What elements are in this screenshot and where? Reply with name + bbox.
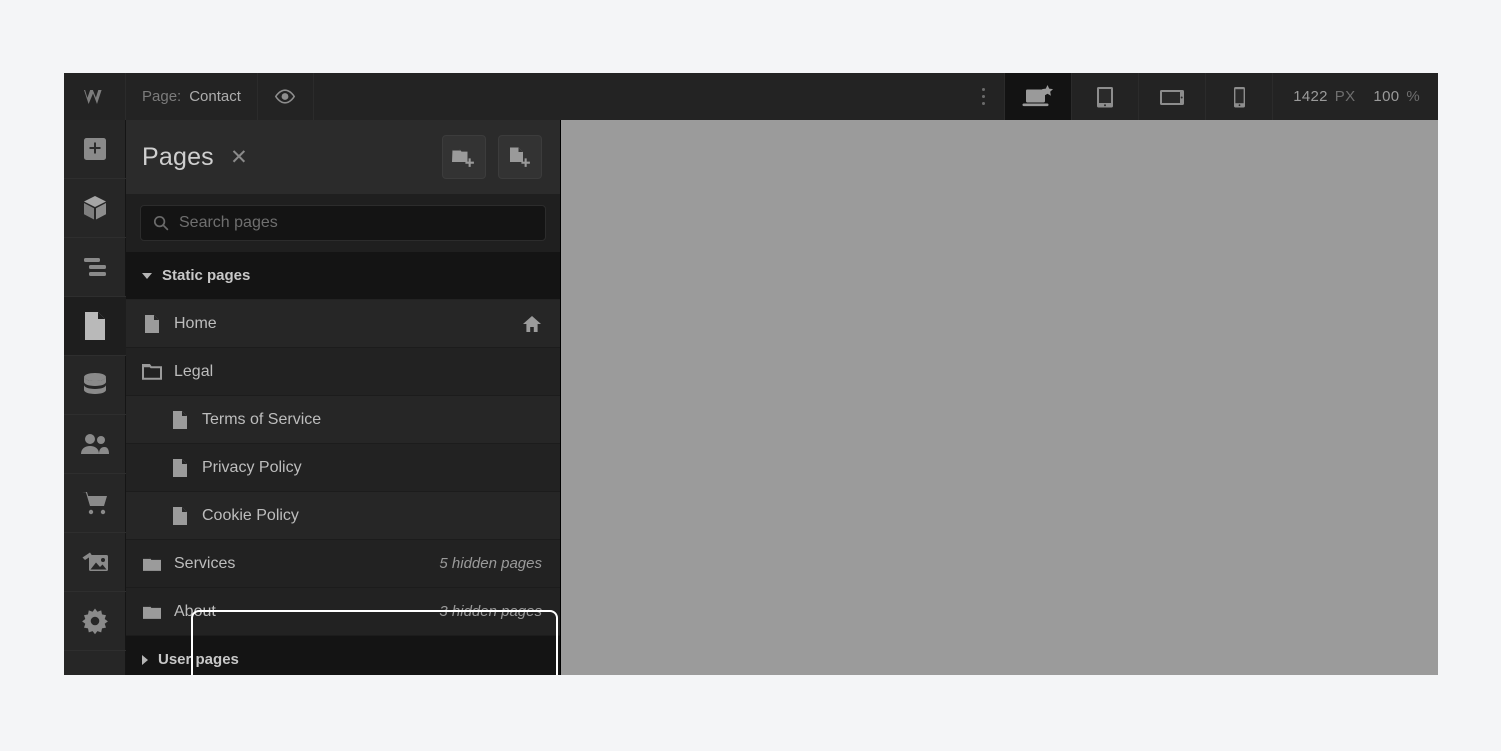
chevron-down-icon [142,272,152,279]
canvas-width-unit: PX [1334,88,1356,105]
rail-item-users[interactable] [64,415,126,474]
tablet-portrait-icon [1097,86,1114,107]
new-page-icon [510,147,530,167]
rail-item-navigator[interactable] [64,238,126,297]
pages-panel-header: Pages ✕ [126,120,560,194]
rail-item-pages[interactable] [64,297,126,356]
page-name: Privacy Policy [202,458,302,476]
topbar-spacer [313,73,963,120]
rail-item-assets[interactable] [64,533,126,592]
page-title: Pages [142,142,214,171]
webflow-logo-icon[interactable] [64,73,126,120]
canvas-size-and-zoom[interactable]: 1422 PX 100 % [1272,73,1438,120]
canvas-width-value: 1422 [1293,88,1328,105]
home-icon [522,315,542,333]
page-name: Terms of Service [202,410,322,428]
mobile-breakpoint[interactable] [1205,73,1273,120]
zoom-value: 100 [1373,88,1400,105]
page-icon [142,314,162,334]
page-name: Legal [174,362,214,380]
pages-search-container [126,194,560,252]
page-name: Cookie Policy [202,506,299,524]
database-icon [84,373,106,394]
tablet-landscape-breakpoint[interactable] [1138,73,1206,120]
hidden-pages-count: 3 hidden pages [439,603,542,620]
top-bar: Page: Contact 1422 PX 100 % [64,73,1438,120]
people-icon [81,434,109,454]
page-icon [170,506,190,526]
folder-outline-icon [142,363,162,381]
left-toolbar [64,120,126,675]
section-header-static-pages[interactable]: Static pages [126,252,560,300]
laptop-star-icon [1022,84,1054,106]
current-page-indicator[interactable]: Page: Contact [126,73,258,120]
cube-icon [84,196,106,220]
page-icon [85,312,105,340]
search-box[interactable] [140,205,546,241]
layers-icon [84,258,106,276]
tablet-breakpoint[interactable] [1071,73,1139,120]
pages-panel: Pages ✕ Search pages Static pages Home L… [126,120,561,675]
rail-item-ecommerce[interactable] [64,474,126,533]
close-icon[interactable]: ✕ [228,147,250,168]
rail-item-cms[interactable] [64,356,126,415]
page-name: Services [174,554,236,572]
new-page-button[interactable] [498,135,542,179]
page-row-legal[interactable]: Legal [126,348,560,396]
page-icon [170,458,190,478]
tablet-landscape-icon [1160,89,1185,105]
page-row-about[interactable]: About 3 hidden pages [126,588,560,636]
section-label: User pages [158,651,239,668]
design-canvas[interactable] [561,120,1438,675]
rail-item-components[interactable] [64,179,126,238]
eye-icon [275,89,296,104]
shopping-cart-icon [82,492,107,515]
page-row-privacy-policy[interactable]: Privacy Policy [126,444,560,492]
section-header-user-pages[interactable]: User pages [126,636,560,675]
images-icon [82,552,108,571]
rail-item-add-elements[interactable] [64,120,126,179]
section-label: Static pages [162,267,251,284]
mobile-icon [1234,86,1246,107]
preview-toggle-button[interactable] [257,73,314,120]
zoom-unit: % [1406,88,1420,105]
page-row-cookie-policy[interactable]: Cookie Policy [126,492,560,540]
plus-square-icon [84,138,106,160]
page-row-home[interactable]: Home [126,300,560,348]
search-icon [153,215,169,231]
desktop-breakpoint[interactable] [1004,73,1072,120]
page-name: About [174,602,216,620]
kebab-menu-icon[interactable] [962,73,1005,120]
hidden-pages-count: 5 hidden pages [439,555,542,572]
page-name: Contact [189,88,241,105]
gear-icon [82,608,108,635]
search-input[interactable] [179,214,533,232]
new-folder-icon [452,149,474,167]
rail-item-settings[interactable] [64,592,126,651]
page-row-terms-of-service[interactable]: Terms of Service [126,396,560,444]
chevron-right-icon [142,654,148,665]
folder-filled-icon [142,555,162,573]
webflow-designer-window: Page: Contact 1422 PX 100 % Pages ✕ Sear… [64,73,1438,675]
page-row-services[interactable]: Services 5 hidden pages [126,540,560,588]
folder-filled-icon [142,603,162,621]
page-label: Page: [142,88,182,105]
new-folder-button[interactable] [442,135,486,179]
page-icon [170,410,190,430]
page-name: Home [174,314,217,332]
